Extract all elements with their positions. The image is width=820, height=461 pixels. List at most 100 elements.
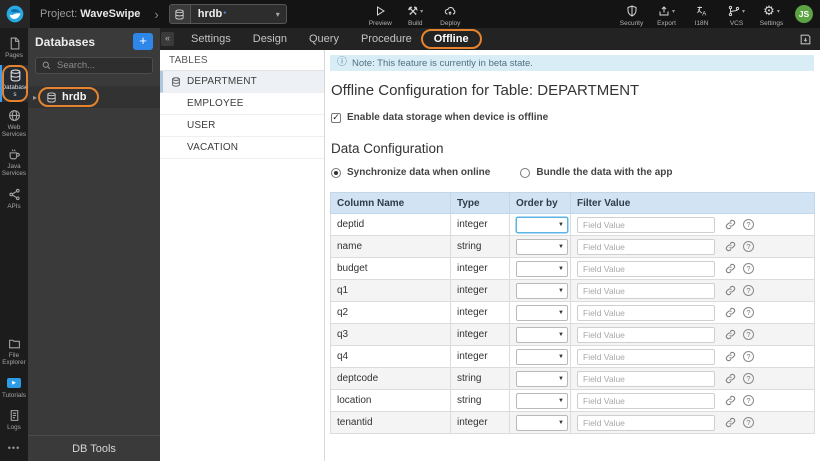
vcs-button[interactable]: ▾ VCS — [719, 2, 754, 27]
order-by-select[interactable] — [516, 348, 568, 365]
column-type-cell: string — [450, 367, 510, 390]
help-icon[interactable]: ? — [743, 395, 754, 406]
filter-value-input[interactable] — [577, 414, 715, 431]
column-name-cell: deptcode — [330, 367, 451, 390]
order-by-select[interactable] — [516, 282, 568, 299]
search-input[interactable] — [55, 59, 146, 72]
link-icon[interactable] — [725, 351, 736, 362]
table-item-employee[interactable]: EMPLOYEE — [160, 93, 324, 115]
deploy-button[interactable]: Deploy — [433, 2, 468, 27]
security-button[interactable]: Security — [614, 2, 649, 27]
globe-icon — [8, 109, 21, 122]
column-name-cell: location — [330, 389, 451, 412]
database-selector-dropdown[interactable]: hrdb * ▾ — [168, 4, 287, 24]
help-icon[interactable]: ? — [743, 329, 754, 340]
tab-procedure[interactable]: Procedure — [350, 28, 423, 50]
enable-offline-checkbox[interactable]: ✓ — [331, 112, 341, 123]
build-button[interactable]: ⚒ ▾ Build — [398, 2, 433, 27]
order-by-select[interactable] — [516, 216, 568, 233]
i18n-button[interactable]: A I18N — [684, 2, 719, 27]
selected-database: hrdb — [197, 8, 223, 20]
link-icon[interactable] — [725, 395, 736, 406]
sidebar-item-tutorials[interactable]: ▶ Tutorials — [0, 373, 28, 402]
help-icon[interactable]: ? — [743, 373, 754, 384]
collapse-panel-button[interactable]: « — [161, 32, 174, 46]
column-type-cell: integer — [450, 323, 510, 346]
link-icon[interactable] — [725, 219, 736, 230]
preview-button[interactable]: Preview — [363, 2, 398, 27]
table-item-user[interactable]: USER — [160, 115, 324, 137]
help-icon[interactable]: ? — [743, 351, 754, 362]
sidebar-item-java-services[interactable]: Java Services — [0, 144, 28, 180]
sidebar-item-pages[interactable]: Pages — [0, 33, 28, 62]
filter-value-input[interactable] — [577, 238, 715, 255]
more-button[interactable]: ••• — [0, 437, 28, 461]
order-by-select[interactable] — [516, 304, 568, 321]
order-by-select[interactable] — [516, 392, 568, 409]
help-icon[interactable]: ? — [743, 285, 754, 296]
filter-value-input[interactable] — [577, 304, 715, 321]
settings-button[interactable]: ⚙ ▾ Settings — [754, 2, 789, 27]
table-item-vacation[interactable]: VACATION — [160, 137, 324, 159]
column-name-cell: q1 — [330, 279, 451, 302]
link-icon[interactable] — [725, 307, 736, 318]
sidebar-item-web-services[interactable]: Web Services — [0, 105, 28, 141]
order-by-select[interactable] — [516, 260, 568, 277]
expand-caret-icon[interactable]: ▸ — [33, 93, 37, 102]
enable-offline-label: Enable data storage when device is offli… — [347, 112, 549, 123]
help-icon[interactable]: ? — [743, 241, 754, 252]
tab-query[interactable]: Query — [298, 28, 350, 50]
radio-synchronize-online[interactable]: Synchronize data when online — [331, 167, 490, 178]
table-item-department[interactable]: DEPARTMENT — [160, 71, 324, 93]
link-icon[interactable] — [725, 263, 736, 274]
database-item-hrdb[interactable]: ▸ hrdb — [28, 86, 160, 108]
link-icon[interactable] — [725, 285, 736, 296]
filter-value-input[interactable] — [577, 392, 715, 409]
add-database-button[interactable]: + — [133, 33, 153, 50]
link-icon[interactable] — [725, 417, 736, 428]
note-text: Note: This feature is currently in beta … — [352, 57, 533, 69]
order-by-select[interactable] — [516, 326, 568, 343]
tables-header: TABLES — [160, 50, 324, 71]
filter-value-input[interactable] — [577, 216, 715, 233]
table-row: tenantid integer ▼ ? — [330, 411, 815, 434]
column-header: Column Name — [330, 192, 451, 214]
user-avatar[interactable]: JS — [795, 5, 813, 23]
help-icon[interactable]: ? — [743, 417, 754, 428]
tab-offline[interactable]: Offline — [420, 28, 482, 50]
help-icon[interactable]: ? — [743, 307, 754, 318]
filter-value-input[interactable] — [577, 282, 715, 299]
db-tools-button[interactable]: DB Tools — [28, 435, 160, 461]
table-row: q1 integer ▼ ? — [330, 279, 815, 302]
column-name-cell: name — [330, 235, 451, 258]
export-button[interactable]: ▾ Export — [649, 2, 684, 27]
radio-bundle-with-app[interactable]: Bundle the data with the app — [520, 167, 672, 178]
filter-value-input[interactable] — [577, 260, 715, 277]
filter-value-input[interactable] — [577, 348, 715, 365]
radio-icon — [520, 167, 531, 178]
link-icon[interactable] — [725, 329, 736, 340]
filter-value-input[interactable] — [577, 326, 715, 343]
tab-design[interactable]: Design — [242, 28, 298, 50]
save-export-button[interactable] — [799, 33, 812, 46]
sidebar-item-databases[interactable]: Databases — [0, 65, 28, 103]
tab-settings[interactable]: Settings — [180, 28, 242, 50]
filter-value-input[interactable] — [577, 370, 715, 387]
chevron-down-icon: ▾ — [741, 8, 745, 15]
sync-mode-radios: Synchronize data when online Bundle the … — [331, 167, 814, 178]
section-title: Data Configuration — [331, 141, 444, 156]
order-by-select[interactable] — [516, 414, 568, 431]
sidebar-item-apis[interactable]: APIs — [0, 184, 28, 213]
order-by-select[interactable] — [516, 238, 568, 255]
app-logo[interactable] — [0, 0, 30, 28]
topbar-actions-right: Security ▾ Export A I18N ▾ VCS ⚙ ▾ Settin… — [614, 2, 789, 27]
help-icon[interactable]: ? — [743, 263, 754, 274]
tutorials-icon: ▶ — [7, 377, 21, 390]
order-by-select[interactable] — [516, 370, 568, 387]
help-icon[interactable]: ? — [743, 219, 754, 230]
link-icon[interactable] — [725, 373, 736, 384]
sidebar-item-logs[interactable]: Logs — [0, 405, 28, 434]
link-icon[interactable] — [725, 241, 736, 252]
svg-text:A: A — [702, 12, 706, 18]
sidebar-item-file-explorer[interactable]: File Explorer — [0, 333, 28, 369]
